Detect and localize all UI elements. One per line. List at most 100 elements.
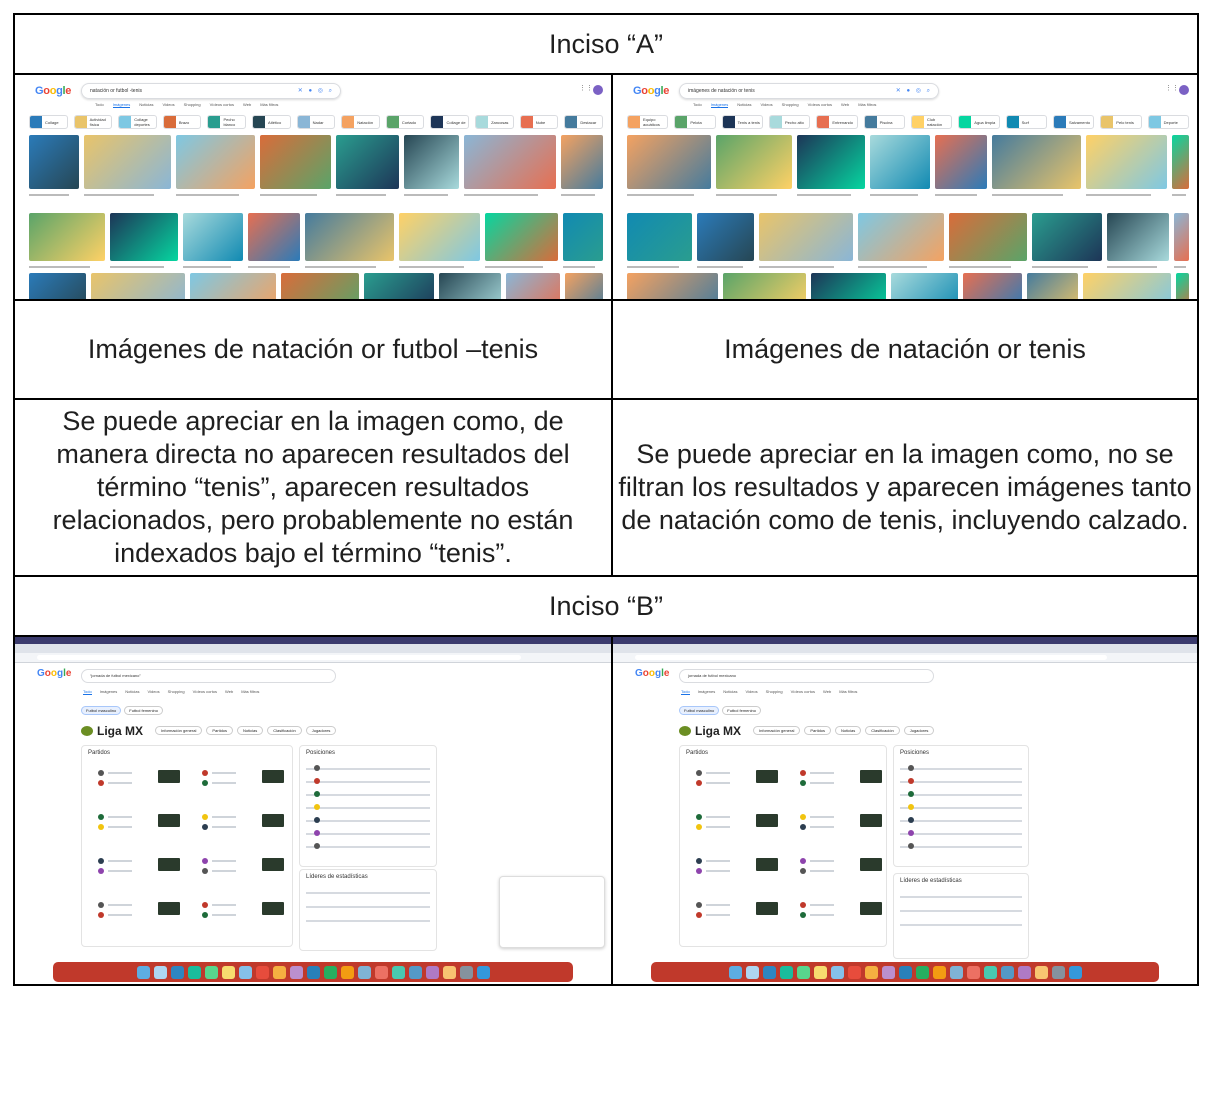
filter-chip[interactable]: Club natación [910, 115, 953, 129]
dock-app-icon[interactable] [408, 965, 422, 979]
image-result[interactable] [439, 273, 501, 299]
image-result[interactable] [935, 135, 987, 189]
image-result[interactable] [506, 273, 560, 299]
dock-app-icon[interactable] [357, 965, 371, 979]
match-card[interactable] [90, 896, 186, 924]
tab-3[interactable]: Videos [761, 102, 773, 107]
league-pill[interactable]: Información general [155, 726, 203, 735]
tab-6[interactable]: Web [243, 102, 251, 107]
image-result[interactable] [485, 213, 558, 261]
tab-7[interactable]: Más filtros [839, 689, 857, 694]
dock-app-icon[interactable] [374, 965, 388, 979]
dock-app-icon[interactable] [864, 965, 878, 979]
tab-4[interactable]: Shopping [168, 689, 185, 694]
dock-app-icon[interactable] [881, 965, 895, 979]
dock-app-icon[interactable] [949, 965, 963, 979]
search-icon[interactable]: ✕ ● ◎ ⌕ [896, 84, 932, 98]
dock-app-icon[interactable] [204, 965, 218, 979]
image-result[interactable] [183, 213, 243, 261]
filter-chip[interactable]: Agua limpia [958, 115, 1000, 129]
filter-chip[interactable]: Cortado [385, 115, 425, 129]
dock-app-icon[interactable] [289, 965, 303, 979]
image-result[interactable] [404, 135, 459, 189]
image-result[interactable] [697, 213, 754, 261]
dock-app-icon[interactable] [915, 965, 929, 979]
filter-chip[interactable]: Collage de [430, 115, 470, 129]
search-input[interactable]: natación or futbol -tenis ✕ ● ◎ ⌕ [81, 83, 341, 99]
tab-3[interactable]: Videos [163, 102, 175, 107]
image-result[interactable] [627, 273, 718, 299]
mode-pill[interactable]: Futbol femenino [722, 706, 761, 715]
tab-7[interactable]: Más filtros [241, 689, 259, 694]
browser-address-bar[interactable] [613, 653, 1197, 663]
highlight-thumbnail[interactable] [262, 858, 284, 871]
match-card[interactable] [194, 764, 290, 792]
search-icon[interactable]: ✕ ● ◎ ⌕ [298, 84, 334, 98]
avatar[interactable] [593, 85, 603, 95]
dock-app-icon[interactable] [898, 965, 912, 979]
image-result[interactable] [1083, 273, 1171, 299]
highlight-thumbnail[interactable] [262, 814, 284, 827]
league-pill[interactable]: Jugadores [903, 726, 935, 735]
highlight-thumbnail[interactable] [756, 770, 778, 783]
tab-0[interactable]: Todo [95, 102, 104, 107]
tab-4[interactable]: Shopping [766, 689, 783, 694]
tab-6[interactable]: Web [841, 102, 849, 107]
filter-chip[interactable]: Natación [341, 115, 380, 129]
filter-chip[interactable]: Pecho blanco [207, 115, 247, 129]
standings-row[interactable] [306, 794, 430, 796]
league-pill[interactable]: Noticias [835, 726, 862, 735]
match-card[interactable] [792, 896, 888, 924]
image-result[interactable] [1174, 213, 1189, 261]
dock-app-icon[interactable] [1034, 965, 1048, 979]
dock-app-icon[interactable] [779, 965, 793, 979]
image-result[interactable] [627, 213, 692, 261]
standings-row[interactable] [306, 768, 430, 770]
dock-app-icon[interactable] [391, 965, 405, 979]
image-result[interactable] [260, 135, 331, 189]
standings-row[interactable] [900, 781, 1022, 783]
filter-chip[interactable]: Destacar [564, 115, 603, 129]
filter-chip[interactable]: Salvamento [1052, 115, 1095, 129]
filter-chip[interactable]: Pecho alto [768, 115, 811, 129]
match-card[interactable] [792, 764, 888, 792]
image-result[interactable] [1027, 273, 1078, 299]
dock-app-icon[interactable] [442, 965, 456, 979]
highlight-thumbnail[interactable] [158, 814, 180, 827]
dock-app-icon[interactable] [762, 965, 776, 979]
tab-2[interactable]: Noticias [125, 689, 139, 694]
match-card[interactable] [792, 808, 888, 836]
dock-app-icon[interactable] [813, 965, 827, 979]
dock-app-icon[interactable] [153, 965, 167, 979]
browser-tabbar[interactable] [15, 644, 611, 653]
dock-app-icon[interactable] [323, 965, 337, 979]
leaders-row[interactable] [306, 906, 430, 908]
dock-app-icon[interactable] [983, 965, 997, 979]
standings-row[interactable] [306, 807, 430, 809]
tab-3[interactable]: Videos [148, 689, 160, 694]
tab-6[interactable]: Web [823, 689, 831, 694]
image-result[interactable] [1086, 135, 1167, 189]
image-result[interactable] [716, 135, 792, 189]
image-result[interactable] [305, 213, 394, 261]
filter-chip[interactable]: Pelo tenis [1100, 115, 1142, 129]
image-result[interactable] [29, 273, 86, 299]
filter-chip[interactable]: Deporte [1147, 115, 1189, 129]
leaders-row[interactable] [306, 920, 430, 922]
highlight-thumbnail[interactable] [756, 814, 778, 827]
apps-icon[interactable]: ⋮⋮ [1165, 85, 1179, 93]
filter-chip[interactable]: Actividad física [73, 115, 113, 129]
standings-row[interactable] [900, 794, 1022, 796]
dock-app-icon[interactable] [272, 965, 286, 979]
image-result[interactable] [176, 135, 255, 189]
image-result[interactable] [364, 273, 434, 299]
dock-app-icon[interactable] [221, 965, 235, 979]
filter-chip[interactable]: Piscina [863, 115, 905, 129]
tab-0[interactable]: Todo [83, 689, 92, 695]
image-result[interactable] [563, 213, 603, 261]
filter-chip[interactable]: Brazo [162, 115, 202, 129]
image-result[interactable] [29, 213, 105, 261]
highlight-thumbnail[interactable] [262, 902, 284, 915]
image-result[interactable] [565, 273, 603, 299]
browser-tabbar[interactable] [613, 644, 1197, 653]
